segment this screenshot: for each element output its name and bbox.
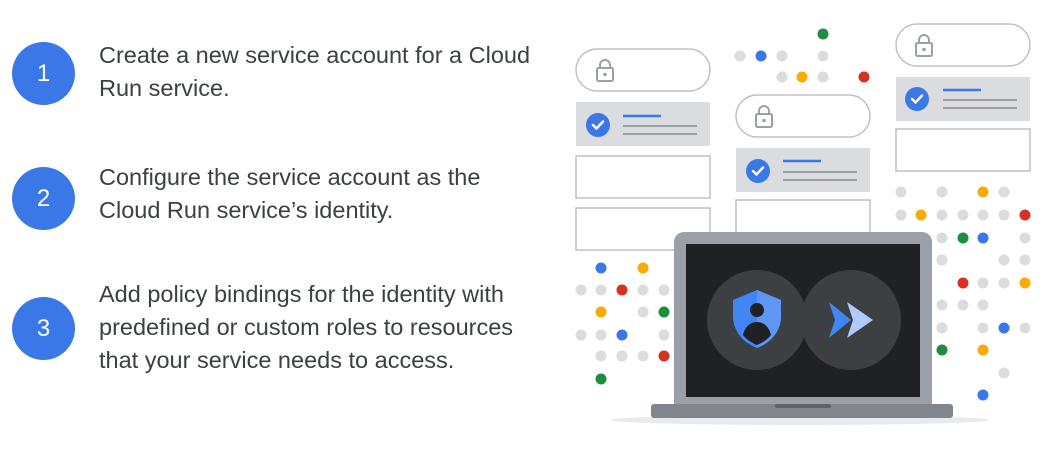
decorative-dot [977, 209, 989, 221]
decorative-dot [936, 186, 948, 198]
decorative-dot [595, 329, 607, 341]
cloud-run-icon [801, 270, 901, 370]
step-1: 1 Create a new service account for a Clo… [12, 42, 530, 105]
decorative-dot [817, 50, 829, 62]
decorative-dot [858, 71, 870, 83]
decorative-dot [616, 284, 628, 296]
decorative-dot [998, 254, 1010, 266]
shield-person-icon [707, 270, 807, 370]
laptop [610, 232, 990, 425]
decorative-dot [616, 329, 628, 341]
decorative-dot [637, 306, 649, 318]
decorative-dot [977, 186, 989, 198]
decorative-dot [915, 209, 927, 221]
step-text: Create a new service account for a Cloud… [99, 42, 531, 101]
decorative-dot [895, 186, 907, 198]
decorative-dot [936, 232, 948, 244]
decorative-dot [575, 329, 587, 341]
decorative-dot [957, 209, 969, 221]
decorative-dot [957, 232, 969, 244]
lock-pill [735, 94, 871, 138]
decorative-dot [817, 28, 829, 40]
decorative-dot [977, 344, 989, 356]
decorative-dot [776, 50, 788, 62]
decorative-dot [595, 373, 607, 385]
step-number-badge: 3 [12, 297, 75, 360]
step-number-badge: 2 [12, 167, 75, 230]
decorative-dot [957, 299, 969, 311]
decorative-dot [595, 350, 607, 362]
decorative-dot [575, 284, 587, 296]
decorative-dot [658, 350, 670, 362]
illustration [575, 23, 1031, 425]
decorative-dot [998, 186, 1010, 198]
decorative-dot [936, 299, 948, 311]
selected-row [576, 102, 710, 146]
decorative-dot [977, 389, 989, 401]
decorative-dot [998, 322, 1010, 334]
decorative-dot [637, 284, 649, 296]
step-3: 3 Add policy bindings for the identity w… [12, 281, 513, 373]
decorative-dot [658, 284, 670, 296]
selected-row [896, 77, 1030, 121]
decorative-dot [977, 232, 989, 244]
decorative-dot [637, 350, 649, 362]
decorative-dot [936, 322, 948, 334]
step-2: 2 Configure the service account as the C… [12, 164, 480, 230]
decorative-dot [977, 299, 989, 311]
step-number-badge: 1 [12, 42, 75, 105]
decorative-dot [595, 284, 607, 296]
decorative-dot [637, 262, 649, 274]
decorative-dot [595, 306, 607, 318]
empty-row [575, 155, 711, 199]
empty-row [735, 199, 871, 235]
decorative-dot [977, 277, 989, 289]
decorative-dot [658, 329, 670, 341]
step-text: Add policy bindings for the identity wit… [99, 281, 514, 373]
empty-row [895, 128, 1031, 172]
selected-row [736, 148, 870, 192]
decorative-dot [936, 344, 948, 356]
decorative-dot [1019, 322, 1031, 334]
decorative-dot [936, 254, 948, 266]
decorative-dot [776, 71, 788, 83]
decorative-dot [998, 367, 1010, 379]
decorative-dot [1019, 209, 1031, 221]
step-text: Configure the service account as the Clo… [99, 164, 481, 223]
decorative-dot [817, 71, 829, 83]
decorative-dot [755, 50, 767, 62]
decorative-dot [998, 209, 1010, 221]
decorative-dot [998, 277, 1010, 289]
decorative-dot [895, 209, 907, 221]
decorative-dot [595, 262, 607, 274]
decorative-dot [658, 306, 670, 318]
lock-pill [895, 23, 1031, 67]
check-circle-icon [584, 111, 612, 139]
decorative-dot [957, 277, 969, 289]
lock-pill [575, 48, 711, 92]
decorative-dot [977, 322, 989, 334]
check-circle-icon [744, 157, 772, 185]
decorative-dot [1019, 277, 1031, 289]
check-circle-icon [903, 85, 931, 113]
decorative-dot [616, 350, 628, 362]
decorative-dot [1019, 254, 1031, 266]
decorative-dot [1019, 232, 1031, 244]
decorative-dot [936, 209, 948, 221]
decorative-dot [734, 50, 746, 62]
decorative-dot [796, 71, 808, 83]
